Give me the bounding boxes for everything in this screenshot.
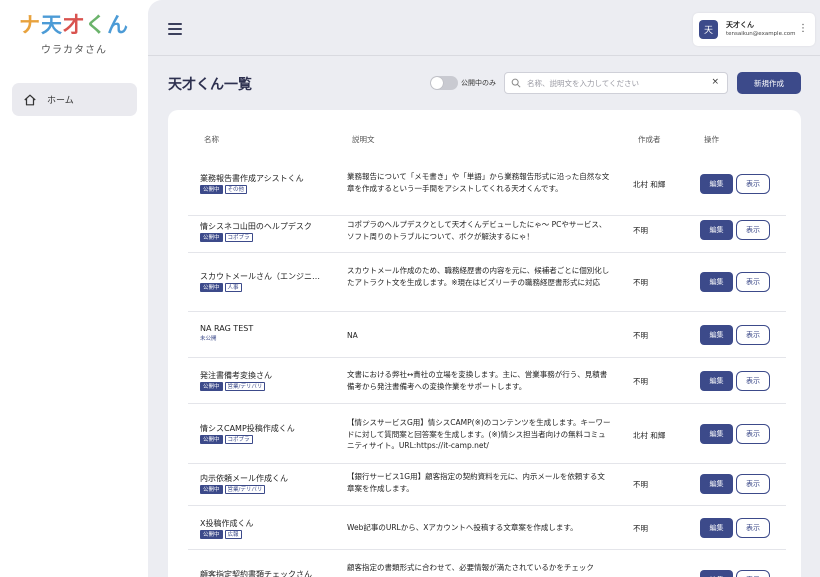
view-button[interactable]: 表示	[736, 325, 770, 345]
category-badge: 人事	[224, 283, 242, 292]
table-row[interactable]: スカウトメールさん（エンジニ… 公開中 人事 スカウトメール作成のため、職務経歴…	[188, 253, 786, 312]
row-creator: 不明	[633, 226, 648, 235]
edit-button[interactable]: 編集	[700, 570, 733, 577]
table-header: 名称 説明文 作成者 操作	[168, 110, 801, 158]
edit-button[interactable]: 編集	[700, 371, 733, 391]
edit-button[interactable]: 編集	[700, 325, 733, 345]
user-menu[interactable]: 天 天才くん tensaikun@example.com ⋮	[693, 13, 815, 46]
table-row[interactable]: X投稿作成くん 公開中 広報 Web記事のURLから、Xアカウントへ投稿する文章…	[188, 506, 786, 550]
search-icon	[511, 78, 521, 88]
row-creator: 北村 和輝	[633, 180, 666, 189]
view-button[interactable]: 表示	[736, 424, 770, 444]
category-badge: 営業/デリバリ	[224, 382, 266, 391]
category-badge: 広報	[224, 530, 242, 539]
status-badge: 公開中	[200, 530, 223, 539]
view-button[interactable]: 表示	[736, 174, 770, 194]
category-badge: 営業/デリバリ	[224, 485, 266, 494]
table-row[interactable]: 顧客指定契約書類チェックさん 顧客指定の書類形式に合わせて、必要情報が満たされて…	[188, 550, 786, 577]
avatar: 天	[699, 20, 718, 39]
row-name[interactable]: スカウトメールさん（エンジニ…	[200, 271, 320, 282]
table-row[interactable]: 発注書備考変換さん 公開中 営業/デリバリ 文書における弊社↔貴社の立場を変換し…	[188, 358, 786, 404]
status-badge: 公開中	[200, 382, 223, 391]
row-creator: 不明	[633, 524, 648, 533]
logo-wordmark: ナ天才くん	[19, 13, 129, 37]
row-description: Web記事のURLから、Xアカウントへ投稿する文章案を作成します。	[347, 523, 578, 532]
search-input[interactable]	[527, 78, 707, 88]
toggle-label: 公開中のみ	[461, 79, 496, 87]
row-creator: 北村 和輝	[633, 431, 666, 440]
view-button[interactable]: 表示	[736, 474, 770, 494]
row-creator: 不明	[633, 377, 648, 386]
edit-button[interactable]: 編集	[700, 424, 733, 444]
logo-subtitle: ウラカタさん	[41, 45, 107, 56]
header-actions: 操作	[704, 135, 719, 144]
user-name: 天才くん	[726, 21, 754, 29]
row-name[interactable]: 情シスCAMP投稿作成くん	[200, 423, 295, 434]
row-name[interactable]: 顧客指定契約書類チェックさん	[200, 569, 312, 577]
view-button[interactable]: 表示	[736, 220, 770, 240]
table-row[interactable]: 内示依頼メール作成くん 公開中 営業/デリバリ 【銀行サービス1G用】顧客指定の…	[188, 464, 786, 506]
status-badge: 未公開	[200, 335, 219, 344]
sidebar-item-home[interactable]: ホーム	[12, 83, 137, 116]
row-creator: 不明	[633, 480, 648, 489]
category-badge: コポプラ	[224, 435, 253, 444]
table-row[interactable]: 業務報告書作成アシストくん 公開中 その他 業務報告について「メモ書き」や「単語…	[188, 158, 786, 216]
row-description: 文書における弊社↔貴社の立場を変換します。主に、営業事務が行う、見積書備考から発…	[347, 370, 608, 391]
row-creator: 不明	[633, 331, 648, 340]
row-description: 顧客指定の書類形式に合わせて、必要情報が満たされているかをチェック	[347, 563, 594, 572]
tensai-table: 名称 説明文 作成者 操作 業務報告書作成アシストくん 公開中 その他 業務報告…	[168, 110, 801, 577]
app-logo[interactable]: ナ天才くん ウラカタさん	[14, 12, 134, 56]
status-badge: 公開中	[200, 233, 223, 242]
edit-button[interactable]: 編集	[700, 272, 733, 292]
top-bar: 天 天才くん tensaikun@example.com ⋮	[148, 0, 820, 56]
category-badge: その他	[224, 185, 248, 194]
row-description: NA	[347, 331, 358, 340]
row-name[interactable]: NA RAG TEST	[200, 323, 253, 334]
edit-button[interactable]: 編集	[700, 474, 733, 494]
edit-button[interactable]: 編集	[700, 220, 733, 240]
header-name: 名称	[204, 135, 219, 144]
row-name[interactable]: 業務報告書作成アシストくん	[200, 173, 304, 184]
header-creator: 作成者	[638, 135, 661, 144]
view-button[interactable]: 表示	[736, 518, 770, 538]
status-badge: 公開中	[200, 185, 223, 194]
sidebar: ナ天才くん ウラカタさん ホーム	[0, 0, 148, 577]
row-name[interactable]: 情シスネコ山田のヘルプデスク	[200, 221, 312, 232]
row-description: 【情シスサービスG用】情シスCAMP(※)のコンテンツを生成します。キーワードに…	[347, 418, 611, 450]
table-row[interactable]: NA RAG TEST 未公開 NA 不明 編集 表示	[188, 312, 786, 358]
category-badge: コポプラ	[224, 233, 253, 242]
menu-icon[interactable]	[168, 23, 182, 35]
row-name[interactable]: 内示依頼メール作成くん	[200, 473, 288, 484]
new-button[interactable]: 新規作成	[737, 72, 801, 94]
page-title: 天才くん一覧	[168, 77, 252, 93]
view-button[interactable]: 表示	[736, 272, 770, 292]
edit-button[interactable]: 編集	[700, 174, 733, 194]
sidebar-item-label: ホーム	[47, 96, 74, 106]
row-name[interactable]: 発注書備考変換さん	[200, 370, 272, 381]
edit-button[interactable]: 編集	[700, 518, 733, 538]
status-badge: 公開中	[200, 283, 223, 292]
row-description: スカウトメール作成のため、職務経歴書の内容を元に、候補者ごとに個別化したアトラク…	[347, 266, 610, 287]
public-only-toggle[interactable]	[430, 76, 458, 90]
row-description: コポプラのヘルプデスクとして天才くんデビューしたにゃ〜 PCやサービス、ソフト周…	[347, 220, 607, 241]
more-vertical-icon[interactable]: ⋮	[798, 24, 808, 34]
status-badge: 公開中	[200, 435, 223, 444]
search-box: ×	[504, 72, 728, 94]
home-icon	[24, 94, 36, 105]
clear-icon[interactable]: ×	[711, 77, 719, 87]
main-area: 天 天才くん tensaikun@example.com ⋮ 天才くん一覧 公開…	[148, 0, 820, 577]
table-row[interactable]: 情シスCAMP投稿作成くん 公開中 コポプラ 【情シスサービスG用】情シスCAM…	[188, 404, 786, 464]
status-badge: 公開中	[200, 485, 223, 494]
row-name[interactable]: X投稿作成くん	[200, 518, 253, 529]
table-row[interactable]: 情シスネコ山田のヘルプデスク 公開中 コポプラ コポプラのヘルプデスクとして天才…	[188, 216, 786, 253]
view-button[interactable]: 表示	[736, 570, 770, 577]
row-description: 【銀行サービス1G用】顧客指定の契約資料を元に、内示メールを依頼する文章案を作成…	[347, 472, 605, 493]
header-description: 説明文	[352, 135, 375, 144]
user-email: tensaikun@example.com	[726, 31, 796, 37]
view-button[interactable]: 表示	[736, 371, 770, 391]
row-description: 業務報告について「メモ書き」や「単語」から業務報告形式に沿った自然な文章を作成す…	[347, 172, 610, 193]
row-creator: 不明	[633, 278, 648, 287]
